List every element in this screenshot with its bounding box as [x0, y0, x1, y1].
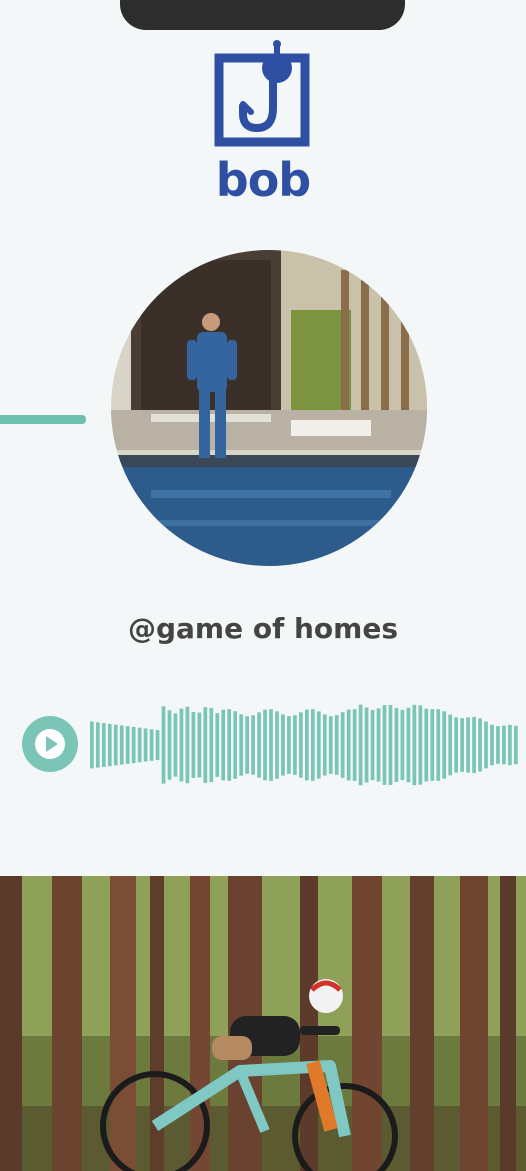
waveform-bar [400, 709, 405, 781]
waveform-bar [179, 708, 184, 782]
waveform-bar [460, 718, 464, 772]
waveform-bar [215, 713, 220, 777]
waveform-bar [334, 715, 339, 775]
waveform-bar [233, 711, 238, 779]
waveform-bar [310, 709, 315, 781]
waveform-bar [430, 709, 435, 781]
waveform-bar [257, 712, 261, 778]
waveform-bar [364, 707, 369, 783]
waveform-bar [155, 729, 160, 761]
waveform-bar [394, 708, 399, 782]
waveform-bar [95, 722, 100, 768]
play-button[interactable] [22, 716, 78, 772]
waveform-bar [316, 711, 321, 779]
waveform-bar [239, 714, 244, 776]
waveform-bar [496, 726, 500, 764]
waveform-bar [191, 712, 196, 778]
waveform-bar [484, 721, 488, 769]
play-icon [35, 729, 65, 759]
waveform-bar [173, 713, 178, 777]
hero-image [0, 876, 526, 1171]
waveform-bar [275, 711, 279, 779]
waveform-bar [149, 729, 154, 761]
mountain-biker-in-forest-photo [0, 876, 526, 1171]
fishhook-icon [214, 40, 310, 147]
waveform-bar [167, 710, 172, 780]
waveform-bar [478, 718, 482, 772]
waveform-bar [125, 726, 130, 764]
waveform-bar [137, 727, 142, 763]
waveform-bar [508, 724, 512, 766]
waveform-bar [424, 708, 429, 782]
waveform-bar [442, 711, 447, 779]
waveform-bar [299, 712, 303, 778]
waveform-bar [113, 724, 118, 766]
waveform-bar [287, 716, 291, 774]
device-notch [120, 0, 405, 30]
waveform-bar [119, 725, 124, 765]
waveform-bar [101, 723, 106, 767]
waveform-bar [490, 724, 494, 766]
waveform-bar [352, 709, 357, 781]
waveform-bar [406, 707, 411, 783]
waveform-bar [185, 706, 190, 784]
waveform-bar [436, 709, 441, 781]
profile-avatar[interactable] [111, 250, 427, 566]
waveform-bar [305, 709, 309, 781]
man-in-suit-by-pool-photo [111, 250, 427, 566]
waveform-bar [209, 708, 214, 783]
waveform-bar [388, 704, 393, 786]
bob-logo: bob [213, 36, 313, 206]
accent-line [0, 415, 86, 424]
waveform-bar [340, 712, 345, 778]
waveform-bar [221, 709, 226, 781]
waveform-bar [514, 725, 518, 765]
waveform-bar [293, 715, 297, 775]
waveform-bar [251, 715, 255, 775]
waveform-bar [466, 717, 470, 773]
waveform-bar [197, 712, 202, 778]
waveform-bar [203, 707, 208, 783]
waveform-bar [328, 716, 333, 774]
waveform-bar [376, 708, 381, 782]
waveform-bar [472, 716, 476, 774]
waveform-bar [161, 706, 166, 784]
waveform-bar [418, 705, 423, 785]
waveform-bar [107, 723, 112, 767]
audio-waveform[interactable] [90, 700, 520, 790]
waveform-bar [322, 714, 327, 776]
waveform-bar [131, 726, 136, 764]
waveform-bar [90, 721, 94, 769]
waveform-bar [370, 709, 375, 781]
waveform-bar [346, 709, 351, 781]
waveform-bar [227, 709, 232, 781]
waveform-bar [281, 714, 285, 776]
waveform-bar [263, 709, 267, 781]
waveform-bar [448, 714, 453, 776]
waveform-bar [358, 704, 363, 786]
waveform-bar [412, 704, 417, 786]
waveform-bar [269, 709, 273, 781]
profile-handle: @game of homes [127, 612, 399, 645]
waveform-bar [502, 725, 506, 765]
waveform-bar [382, 705, 387, 785]
waveform-bar [454, 717, 459, 773]
waveform-bar [143, 728, 148, 762]
waveform-bar [245, 716, 249, 774]
logo-text: bob [215, 153, 311, 207]
